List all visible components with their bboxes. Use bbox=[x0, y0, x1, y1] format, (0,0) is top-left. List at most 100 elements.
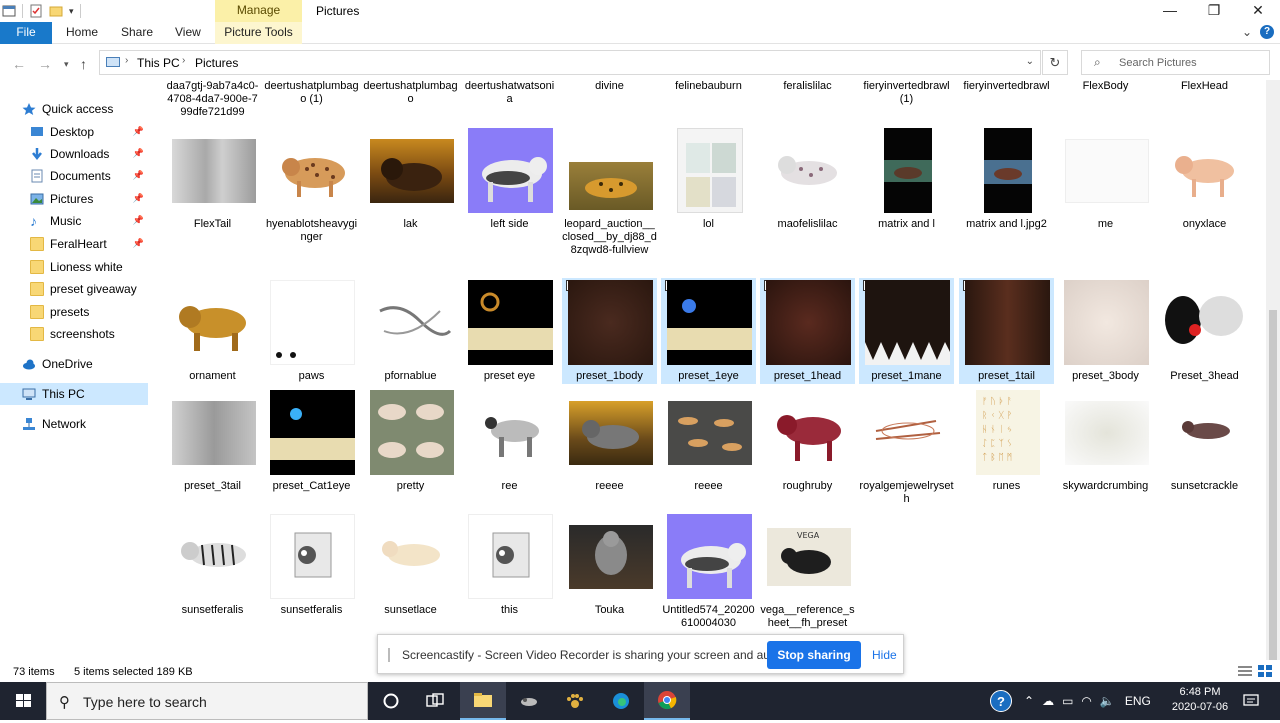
sidebar-item-network[interactable]: Network bbox=[22, 413, 148, 435]
tab-file[interactable]: File bbox=[0, 22, 52, 44]
close-button[interactable]: ✕ bbox=[1236, 0, 1280, 22]
sidebar-item-presets[interactable]: presets bbox=[30, 301, 148, 323]
speaker-icon[interactable]: 🔈 bbox=[1100, 694, 1115, 708]
wifi-icon[interactable]: ◠ bbox=[1081, 694, 1091, 708]
file-item[interactable]: sunsetferalis bbox=[165, 512, 260, 632]
chevron-up-icon[interactable]: ⌃ bbox=[1024, 694, 1034, 708]
sidebar-item-downloads[interactable]: Downloads 📌 bbox=[30, 143, 148, 165]
file-item[interactable]: onyxlace bbox=[1157, 126, 1252, 271]
file-item[interactable]: feralislilac bbox=[760, 80, 855, 124]
file-item[interactable]: maofelislilac bbox=[760, 126, 855, 271]
sidebar-item-desktop[interactable]: Desktop 📌 bbox=[30, 121, 148, 143]
chevron-down-icon[interactable]: ⌄ bbox=[1026, 56, 1034, 67]
maximize-button[interactable]: ❐ bbox=[1192, 0, 1236, 22]
battery-icon[interactable]: ▭ bbox=[1062, 694, 1073, 708]
file-item[interactable]: ᚠ ᚢ ᚦ ᚨᚱ ᚲ ᚷ ᚹᚺ ᚾ ᛁ ᛃᛇ ᛈ ᛉ ᛊᛏ ᛒ ᛖ ᛗ rune… bbox=[959, 388, 1054, 508]
file-item[interactable]: leopard_auction__closed__by_dj88_d8zqwd8… bbox=[562, 126, 657, 271]
file-item[interactable]: daa7gtj-9ab7a4c0-4708-4da7-900e-799dfe72… bbox=[165, 80, 260, 124]
file-item[interactable]: hyenablotsheavyginger bbox=[264, 126, 359, 271]
tab-share[interactable]: Share bbox=[121, 22, 153, 44]
address-bar[interactable]: › This PC › Pictures ⌄ bbox=[99, 50, 1041, 75]
back-arrow-icon[interactable]: ← bbox=[12, 56, 26, 72]
file-item-selected[interactable]: ✓ preset_1eye bbox=[661, 278, 756, 384]
chevron-right-icon[interactable]: › bbox=[125, 55, 128, 66]
tab-home[interactable]: Home bbox=[66, 22, 98, 44]
properties-icon[interactable] bbox=[29, 4, 43, 18]
file-item[interactable]: FlexHead bbox=[1157, 80, 1252, 124]
large-icons-view-icon[interactable] bbox=[1258, 665, 1272, 680]
file-item[interactable]: divine bbox=[562, 80, 657, 124]
file-item[interactable]: preset_3tail bbox=[165, 388, 260, 508]
new-folder-icon[interactable] bbox=[49, 4, 63, 18]
help-icon[interactable]: ? bbox=[1260, 25, 1274, 39]
refresh-button[interactable]: ↻ bbox=[1042, 50, 1068, 75]
onedrive-cloud-icon[interactable]: ☁ bbox=[1042, 694, 1054, 708]
file-item[interactable]: preset_3body bbox=[1058, 278, 1153, 384]
file-item[interactable]: FlexBody bbox=[1058, 80, 1153, 124]
file-item[interactable]: sunsetcrackle bbox=[1157, 388, 1252, 508]
file-item[interactable]: preset_Cat1eye bbox=[264, 388, 359, 508]
customize-qat-icon[interactable]: ▾ bbox=[69, 6, 74, 17]
file-item[interactable]: sunsetferalis bbox=[264, 512, 359, 632]
sidebar-item-feralheart[interactable]: FeralHeart 📌 bbox=[30, 233, 148, 255]
edge-browser-icon[interactable] bbox=[598, 682, 644, 720]
sidebar-item-screenshots[interactable]: screenshots bbox=[30, 323, 148, 345]
tab-picture-tools[interactable]: Picture Tools bbox=[215, 22, 302, 44]
search-input[interactable]: ⌕ Search Pictures bbox=[1081, 50, 1270, 75]
file-item[interactable]: deertushatplumbago (1) bbox=[264, 80, 359, 124]
file-item[interactable]: left side bbox=[462, 126, 557, 271]
file-item[interactable]: Preset_3head bbox=[1157, 278, 1252, 384]
file-item[interactable]: ornament bbox=[165, 278, 260, 384]
file-explorer-taskbar-icon[interactable] bbox=[460, 682, 506, 720]
sidebar-item-preset-giveaway[interactable]: preset giveaway bbox=[30, 278, 148, 300]
paw-app-icon[interactable] bbox=[552, 682, 598, 720]
file-item-selected[interactable]: ✓ preset_1tail bbox=[959, 278, 1054, 384]
cortana-icon[interactable] bbox=[368, 682, 414, 720]
file-item[interactable]: pretty bbox=[363, 388, 458, 508]
sidebar-item-this-pc[interactable]: This PC bbox=[0, 383, 148, 405]
file-item[interactable]: FlexTail bbox=[165, 126, 260, 271]
taskbar-search-input[interactable]: ⚲ Type here to search bbox=[46, 682, 368, 720]
file-item[interactable]: reeee bbox=[562, 388, 657, 508]
file-item[interactable]: reeee bbox=[661, 388, 756, 508]
file-item-selected[interactable]: ✓ preset_1body bbox=[562, 278, 657, 384]
file-item[interactable]: fieryinvertedbrawl (1) bbox=[859, 80, 954, 124]
file-item[interactable]: pfornablue bbox=[363, 278, 458, 384]
game-app-icon[interactable] bbox=[506, 682, 552, 720]
task-view-icon[interactable] bbox=[412, 682, 458, 720]
file-item[interactable]: matrix and l bbox=[859, 126, 954, 271]
notifications-icon[interactable] bbox=[1232, 682, 1270, 720]
start-button[interactable] bbox=[0, 682, 46, 720]
sidebar-item-documents[interactable]: Documents 📌 bbox=[30, 165, 148, 187]
hide-button[interactable]: Hide bbox=[872, 648, 897, 662]
breadcrumb-pictures[interactable]: Pictures bbox=[195, 56, 238, 70]
scrollbar-thumb[interactable] bbox=[1269, 310, 1277, 715]
file-item[interactable]: VEGA vega__reference_sheet__fh_preset bbox=[760, 512, 855, 632]
file-item[interactable]: this bbox=[462, 512, 557, 632]
file-item[interactable]: Untitled574_20200610004030 bbox=[661, 512, 756, 632]
sidebar-item-pictures[interactable]: Pictures 📌 bbox=[30, 188, 148, 210]
sidebar-item-music[interactable]: ♪ Music 📌 bbox=[30, 210, 148, 232]
file-item[interactable]: skywardcrumbing bbox=[1058, 388, 1153, 508]
sidebar-item-onedrive[interactable]: OneDrive bbox=[22, 353, 148, 375]
drag-handle[interactable] bbox=[388, 648, 390, 662]
forward-arrow-icon[interactable]: → bbox=[38, 56, 52, 72]
sidebar-item-lioness-white[interactable]: Lioness white bbox=[30, 256, 148, 278]
file-item[interactable]: preset eye bbox=[462, 278, 557, 384]
language-indicator[interactable]: ENG bbox=[1125, 694, 1151, 708]
file-item[interactable]: paws bbox=[264, 278, 359, 384]
help-tray-icon[interactable]: ? bbox=[990, 690, 1012, 712]
file-item[interactable]: lol bbox=[661, 126, 756, 271]
file-item[interactable]: roughruby bbox=[760, 388, 855, 508]
breadcrumb-this-pc[interactable]: This PC bbox=[137, 56, 180, 70]
minimize-button[interactable]: — bbox=[1148, 0, 1192, 22]
file-item[interactable]: felinebauburn bbox=[661, 80, 756, 124]
file-item[interactable]: Touka bbox=[562, 512, 657, 632]
file-item[interactable]: matrix and l.jpg2 bbox=[959, 126, 1054, 271]
tab-view[interactable]: View bbox=[175, 22, 201, 44]
file-item[interactable]: fieryinvertedbrawl bbox=[959, 80, 1054, 124]
recent-locations-icon[interactable]: ▾ bbox=[64, 59, 69, 70]
nav-quick-access[interactable]: Quick access bbox=[22, 98, 148, 120]
file-item[interactable]: me bbox=[1058, 126, 1153, 271]
file-item-selected[interactable]: ✓ preset_1mane bbox=[859, 278, 954, 384]
